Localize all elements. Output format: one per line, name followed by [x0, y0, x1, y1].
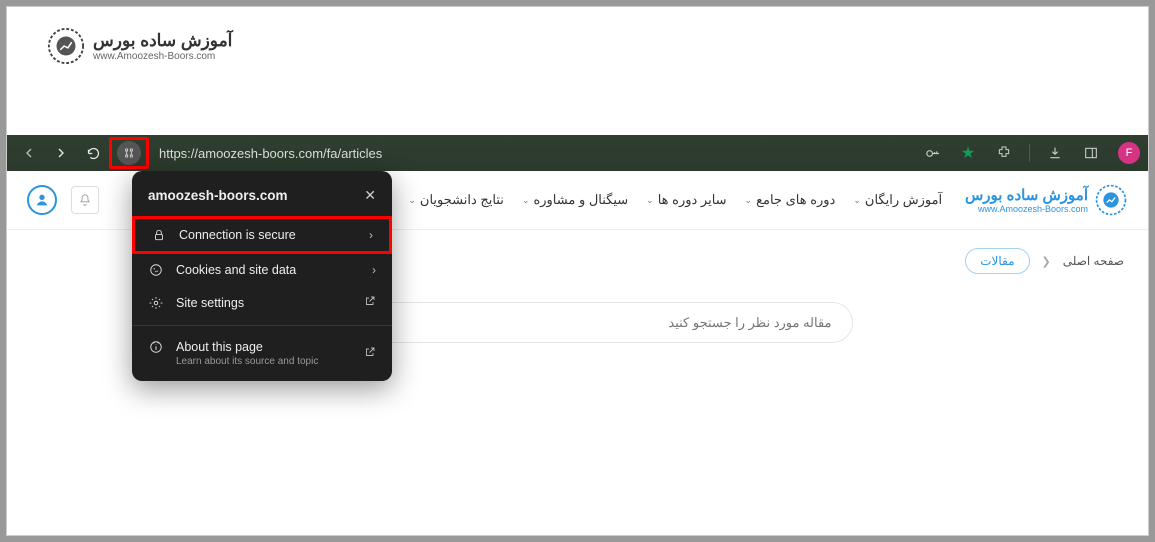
chevron-right-icon: › [372, 263, 376, 277]
menu-item-4[interactable]: نتایج دانشجویان⌄ [408, 192, 504, 208]
chevron-left-icon: ❮ [1042, 255, 1051, 268]
site-logo[interactable]: آموزش ساده بورس www.Amoozesh-Boors.com [965, 183, 1128, 217]
user-avatar-icon[interactable] [27, 185, 57, 215]
menu-item-1[interactable]: دوره های جامع⌄ [745, 192, 836, 208]
menu-item-3[interactable]: سیگنال و مشاوره⌄ [522, 192, 628, 208]
address-bar[interactable]: https://amoozesh-boors.com/fa/articles [159, 146, 913, 161]
download-icon[interactable] [1040, 139, 1070, 167]
forward-button[interactable] [47, 139, 75, 167]
chevron-down-icon: ⌄ [646, 195, 654, 206]
chevron-down-icon: ⌄ [853, 195, 861, 206]
about-page-label: About this page [176, 340, 263, 354]
connection-secure-label: Connection is secure [179, 228, 296, 242]
about-page-row[interactable]: About this page Learn about its source a… [132, 332, 392, 369]
side-panel-icon[interactable] [1076, 139, 1106, 167]
chevron-down-icon: ⌄ [408, 195, 416, 206]
chevron-down-icon: ⌄ [745, 195, 753, 206]
about-page-sublabel: Learn about its source and topic [176, 356, 318, 367]
cookie-icon [148, 263, 164, 277]
menu-item-2[interactable]: سایر دوره ها⌄ [646, 192, 726, 208]
site-info-highlight [109, 137, 149, 169]
site-logo-icon [1094, 183, 1128, 217]
header-logo-icon [47, 27, 85, 65]
frame: آموزش ساده بورس www.Amoozesh-Boors.com h… [6, 6, 1149, 536]
external-link-icon [364, 346, 376, 361]
header-brand-url: www.Amoozesh-Boors.com [93, 51, 232, 62]
header-brand-text: آموزش ساده بورس [93, 31, 232, 51]
cookies-row[interactable]: Cookies and site data › [132, 254, 392, 286]
cookies-label: Cookies and site data [176, 263, 296, 277]
divider [132, 325, 392, 326]
key-icon[interactable] [917, 139, 947, 167]
site-logo-url: www.Amoozesh-Boors.com [978, 204, 1088, 214]
site-settings-row[interactable]: Site settings [132, 286, 392, 319]
back-button[interactable] [15, 139, 43, 167]
extensions-icon[interactable] [989, 139, 1019, 167]
popup-site-name: amoozesh-boors.com [148, 188, 288, 203]
chevron-down-icon: ⌄ [522, 195, 530, 206]
chevron-right-icon: › [369, 228, 373, 242]
lock-icon [151, 228, 167, 242]
page-header: آموزش ساده بورس www.Amoozesh-Boors.com [47, 27, 232, 65]
site-info-popup: amoozesh-boors.com ✕ Connection is secur… [132, 171, 392, 381]
reload-button[interactable] [79, 139, 107, 167]
breadcrumb-home[interactable]: صفحه اصلی [1063, 254, 1124, 268]
breadcrumb-current: مقالات [965, 248, 1029, 274]
close-icon[interactable]: ✕ [364, 187, 376, 204]
info-circle-icon [148, 340, 164, 354]
menu-item-0[interactable]: آموزش رایگان⌄ [853, 192, 942, 208]
site-settings-label: Site settings [176, 296, 244, 310]
site-logo-text: آموزش ساده بورس [965, 186, 1088, 204]
site-info-button[interactable] [117, 141, 141, 165]
main-menu: آموزش رایگان⌄ دوره های جامع⌄ سایر دوره ه… [373, 192, 942, 208]
bookmark-star-icon[interactable]: ★ [953, 139, 983, 167]
profile-avatar[interactable]: F [1118, 142, 1140, 164]
browser-toolbar: https://amoozesh-boors.com/fa/articles ★… [7, 135, 1148, 171]
notifications-icon[interactable] [71, 186, 99, 214]
gear-icon [148, 296, 164, 310]
external-link-icon [364, 295, 376, 310]
connection-secure-row[interactable]: Connection is secure › [132, 216, 392, 254]
